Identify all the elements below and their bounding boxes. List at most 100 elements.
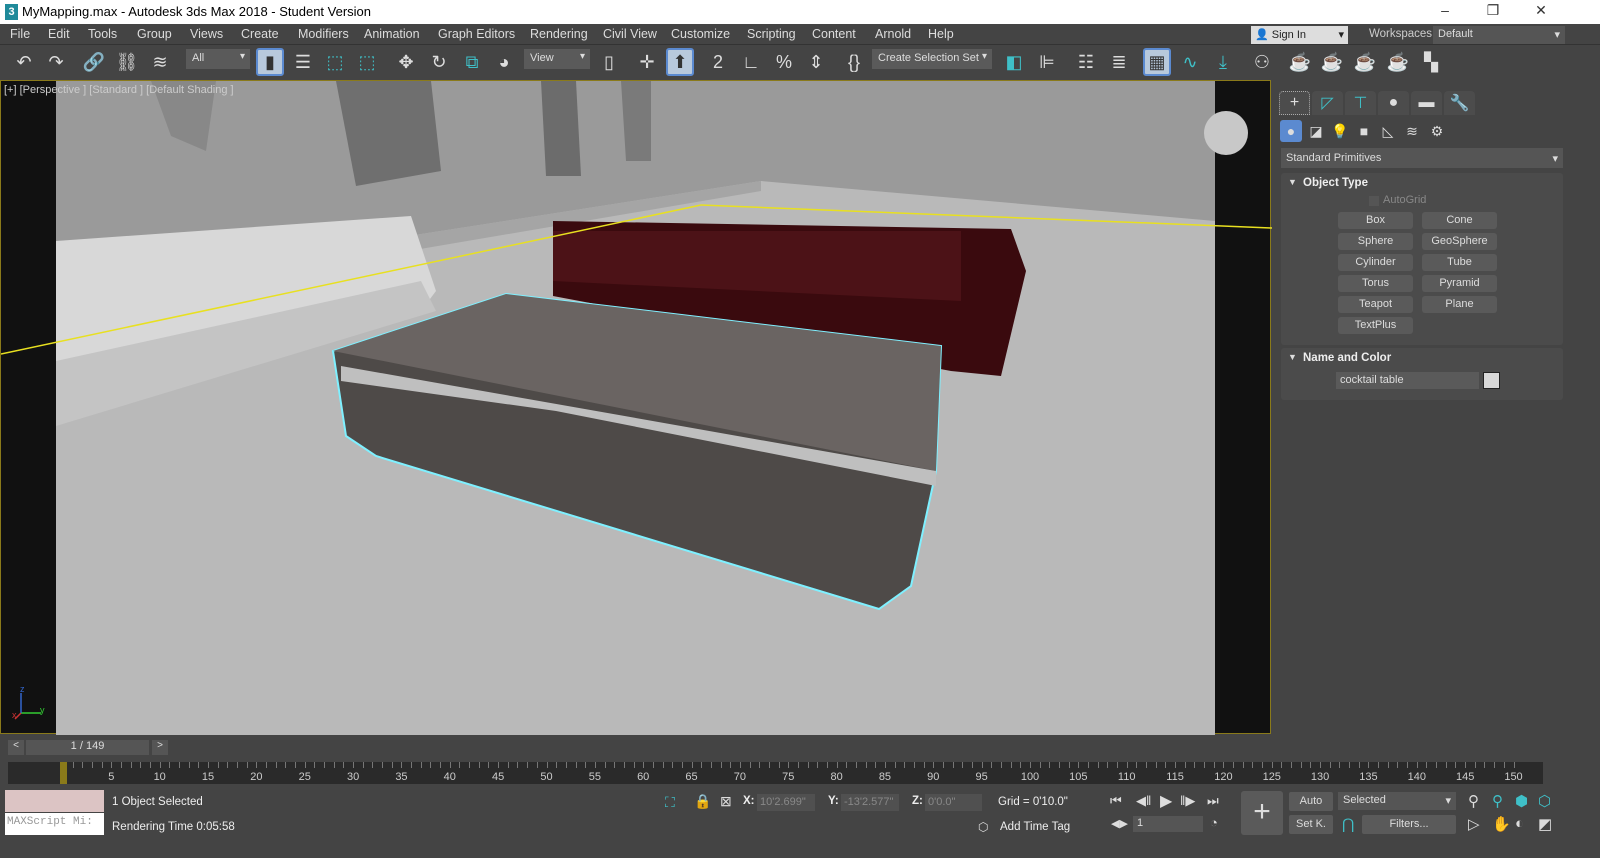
unlink-icon[interactable]: ⛓ bbox=[113, 48, 141, 76]
primitive-teapot-button[interactable]: Teapot bbox=[1338, 296, 1413, 313]
ribbon-icon[interactable]: ▦ bbox=[1143, 48, 1171, 76]
restore-button[interactable]: ❐ bbox=[1473, 2, 1513, 22]
reference-coordinate-dropdown[interactable]: View bbox=[524, 49, 590, 69]
lights-icon[interactable]: 💡 bbox=[1329, 120, 1351, 142]
render-setup-icon[interactable]: ☕ bbox=[1286, 48, 1314, 76]
select-object-icon[interactable]: ▮ bbox=[256, 48, 284, 76]
zoom-extents-icon[interactable]: ⬢ bbox=[1515, 792, 1528, 810]
field-of-view-icon[interactable]: ▷ bbox=[1468, 815, 1480, 833]
hierarchy-tab-icon[interactable]: ⊤ bbox=[1345, 91, 1376, 115]
primitive-geosphere-button[interactable]: GeoSphere bbox=[1422, 233, 1497, 250]
placement-icon[interactable]: ◕ bbox=[490, 48, 518, 76]
pan-icon[interactable]: ✋ bbox=[1492, 815, 1511, 833]
move-icon[interactable]: ✥ bbox=[392, 48, 420, 76]
key-tangent-icon[interactable]: ⋂ bbox=[1342, 815, 1354, 833]
undo-icon[interactable]: ↶ bbox=[10, 48, 38, 76]
menu-arnold[interactable]: Arnold bbox=[875, 27, 911, 41]
pivot-center-icon[interactable]: ▯ bbox=[595, 48, 623, 76]
display-tab-icon[interactable]: ▬ bbox=[1411, 91, 1442, 115]
time-slider-next-button[interactable]: > bbox=[152, 740, 168, 755]
select-by-name-icon[interactable]: ☰ bbox=[289, 48, 317, 76]
primitive-pyramid-button[interactable]: Pyramid bbox=[1422, 275, 1497, 292]
keyboard-shortcut-icon[interactable]: ⬆ bbox=[666, 48, 694, 76]
zoom-icon[interactable]: ⚲ bbox=[1468, 792, 1479, 810]
sign-in-dropdown[interactable]: 👤 Sign In ▾ bbox=[1251, 26, 1348, 44]
object-color-swatch[interactable] bbox=[1483, 372, 1500, 389]
create-tab-icon[interactable]: + bbox=[1279, 91, 1310, 115]
primitive-tube-button[interactable]: Tube bbox=[1422, 254, 1497, 271]
close-button[interactable]: ✕ bbox=[1521, 2, 1561, 22]
key-filter-dropdown[interactable]: Selected ▾ bbox=[1338, 792, 1456, 810]
menu-group[interactable]: Group bbox=[137, 27, 172, 41]
key-filters-button[interactable]: Filters... bbox=[1362, 815, 1456, 834]
menu-scripting[interactable]: Scripting bbox=[747, 27, 796, 41]
collapse-arrow-icon[interactable]: ▼ bbox=[1288, 352, 1297, 362]
maxscript-listener-pink[interactable] bbox=[5, 790, 104, 812]
menu-rendering[interactable]: Rendering bbox=[530, 27, 588, 41]
align-icon[interactable]: ⊫ bbox=[1033, 48, 1061, 76]
snaps-toggle-icon[interactable]: 2 bbox=[704, 48, 732, 76]
menu-file[interactable]: File bbox=[10, 27, 30, 41]
time-cursor[interactable] bbox=[60, 762, 67, 784]
space-warps-icon[interactable]: ≋ bbox=[1401, 120, 1423, 142]
menu-modifiers[interactable]: Modifiers bbox=[298, 27, 349, 41]
viewport-label-menu[interactable]: [+] [Perspective ] [Standard ] [Default … bbox=[4, 84, 234, 96]
primitive-cylinder-button[interactable]: Cylinder bbox=[1338, 254, 1413, 271]
go-to-end-icon[interactable]: ⏭ bbox=[1207, 793, 1219, 809]
next-frame-icon[interactable]: ‖▶ bbox=[1180, 793, 1195, 809]
schematic-view-icon[interactable]: ⤓ bbox=[1209, 48, 1237, 76]
edit-named-selection-icon[interactable]: {} bbox=[840, 48, 868, 76]
systems-icon[interactable]: ⚙ bbox=[1426, 120, 1448, 142]
menu-create[interactable]: Create bbox=[241, 27, 279, 41]
rectangular-selection-icon[interactable]: ⬚ bbox=[321, 48, 349, 76]
selection-lock-icon[interactable]: 🔒 bbox=[694, 793, 711, 810]
time-slider-prev-button[interactable]: < bbox=[8, 740, 24, 755]
x-coordinate-field[interactable]: 10'2.699" bbox=[757, 794, 815, 811]
menu-edit[interactable]: Edit bbox=[48, 27, 70, 41]
link-icon[interactable]: 🔗 bbox=[80, 48, 108, 76]
time-config-arrows-icon[interactable]: ◀▶ bbox=[1111, 817, 1128, 830]
select-manipulate-icon[interactable]: ✛ bbox=[633, 48, 661, 76]
z-coordinate-field[interactable]: 0'0.0" bbox=[925, 794, 982, 811]
primitive-box-button[interactable]: Box bbox=[1338, 212, 1413, 229]
autogrid-checkbox[interactable] bbox=[1369, 196, 1379, 206]
category-dropdown[interactable]: Standard Primitives ▾ bbox=[1281, 148, 1563, 168]
collapse-arrow-icon[interactable]: ▼ bbox=[1288, 177, 1297, 187]
layer-explorer-icon[interactable]: ≣ bbox=[1105, 48, 1133, 76]
maxscript-mini-listener[interactable]: MAXScript Mi: bbox=[5, 813, 104, 835]
menu-civil-view[interactable]: Civil View bbox=[603, 27, 657, 41]
render-production-icon[interactable]: ☕ bbox=[1351, 48, 1379, 76]
rendered-frame-window-icon[interactable]: ☕ bbox=[1318, 48, 1346, 76]
primitive-cone-button[interactable]: Cone bbox=[1422, 212, 1497, 229]
percent-snap-icon[interactable]: % bbox=[770, 48, 798, 76]
time-slider[interactable]: < 1 / 149 > bbox=[8, 740, 168, 755]
render-in-cloud-gallery-icon[interactable]: ▚ bbox=[1417, 48, 1445, 76]
material-editor-icon[interactable]: ⚇ bbox=[1248, 48, 1276, 76]
perspective-viewport[interactable] bbox=[0, 80, 1272, 735]
menu-content[interactable]: Content bbox=[812, 27, 856, 41]
time-configuration-icon[interactable]: ◔ bbox=[1210, 815, 1218, 830]
menu-tools[interactable]: Tools bbox=[88, 27, 117, 41]
helpers-icon[interactable]: ◺ bbox=[1377, 120, 1399, 142]
scale-icon[interactable]: ⧉ bbox=[458, 48, 486, 76]
menu-views[interactable]: Views bbox=[190, 27, 223, 41]
primitive-torus-button[interactable]: Torus bbox=[1338, 275, 1413, 292]
zoom-extents-all-icon[interactable]: ⬡ bbox=[1538, 792, 1551, 810]
named-selection-set-dropdown[interactable]: Create Selection Set bbox=[872, 49, 992, 69]
selection-filter-dropdown[interactable]: All bbox=[186, 49, 250, 69]
frame-display[interactable]: 1 / 149 bbox=[26, 740, 149, 755]
spinner-snap-icon[interactable]: ⇕ bbox=[802, 48, 830, 76]
set-key-big-button[interactable]: + bbox=[1241, 791, 1283, 835]
utilities-tab-icon[interactable]: 🔧 bbox=[1444, 91, 1475, 115]
maximize-viewport-icon[interactable]: ◩ bbox=[1538, 815, 1552, 833]
render-cloud-icon[interactable]: ☕ bbox=[1384, 48, 1412, 76]
isolate-selection-icon[interactable]: ⛶ bbox=[665, 794, 675, 811]
angle-snap-icon[interactable]: ∟ bbox=[737, 48, 765, 76]
menu-customize[interactable]: Customize bbox=[671, 27, 730, 41]
set-key-button[interactable]: Set K. bbox=[1289, 815, 1333, 834]
add-time-tag-button[interactable]: Add Time Tag bbox=[1000, 821, 1070, 833]
auto-key-button[interactable]: Auto bbox=[1289, 792, 1333, 811]
motion-tab-icon[interactable]: ● bbox=[1378, 91, 1409, 115]
scene-explorer-icon[interactable]: ☷ bbox=[1072, 48, 1100, 76]
geometry-icon[interactable]: ● bbox=[1280, 120, 1302, 142]
